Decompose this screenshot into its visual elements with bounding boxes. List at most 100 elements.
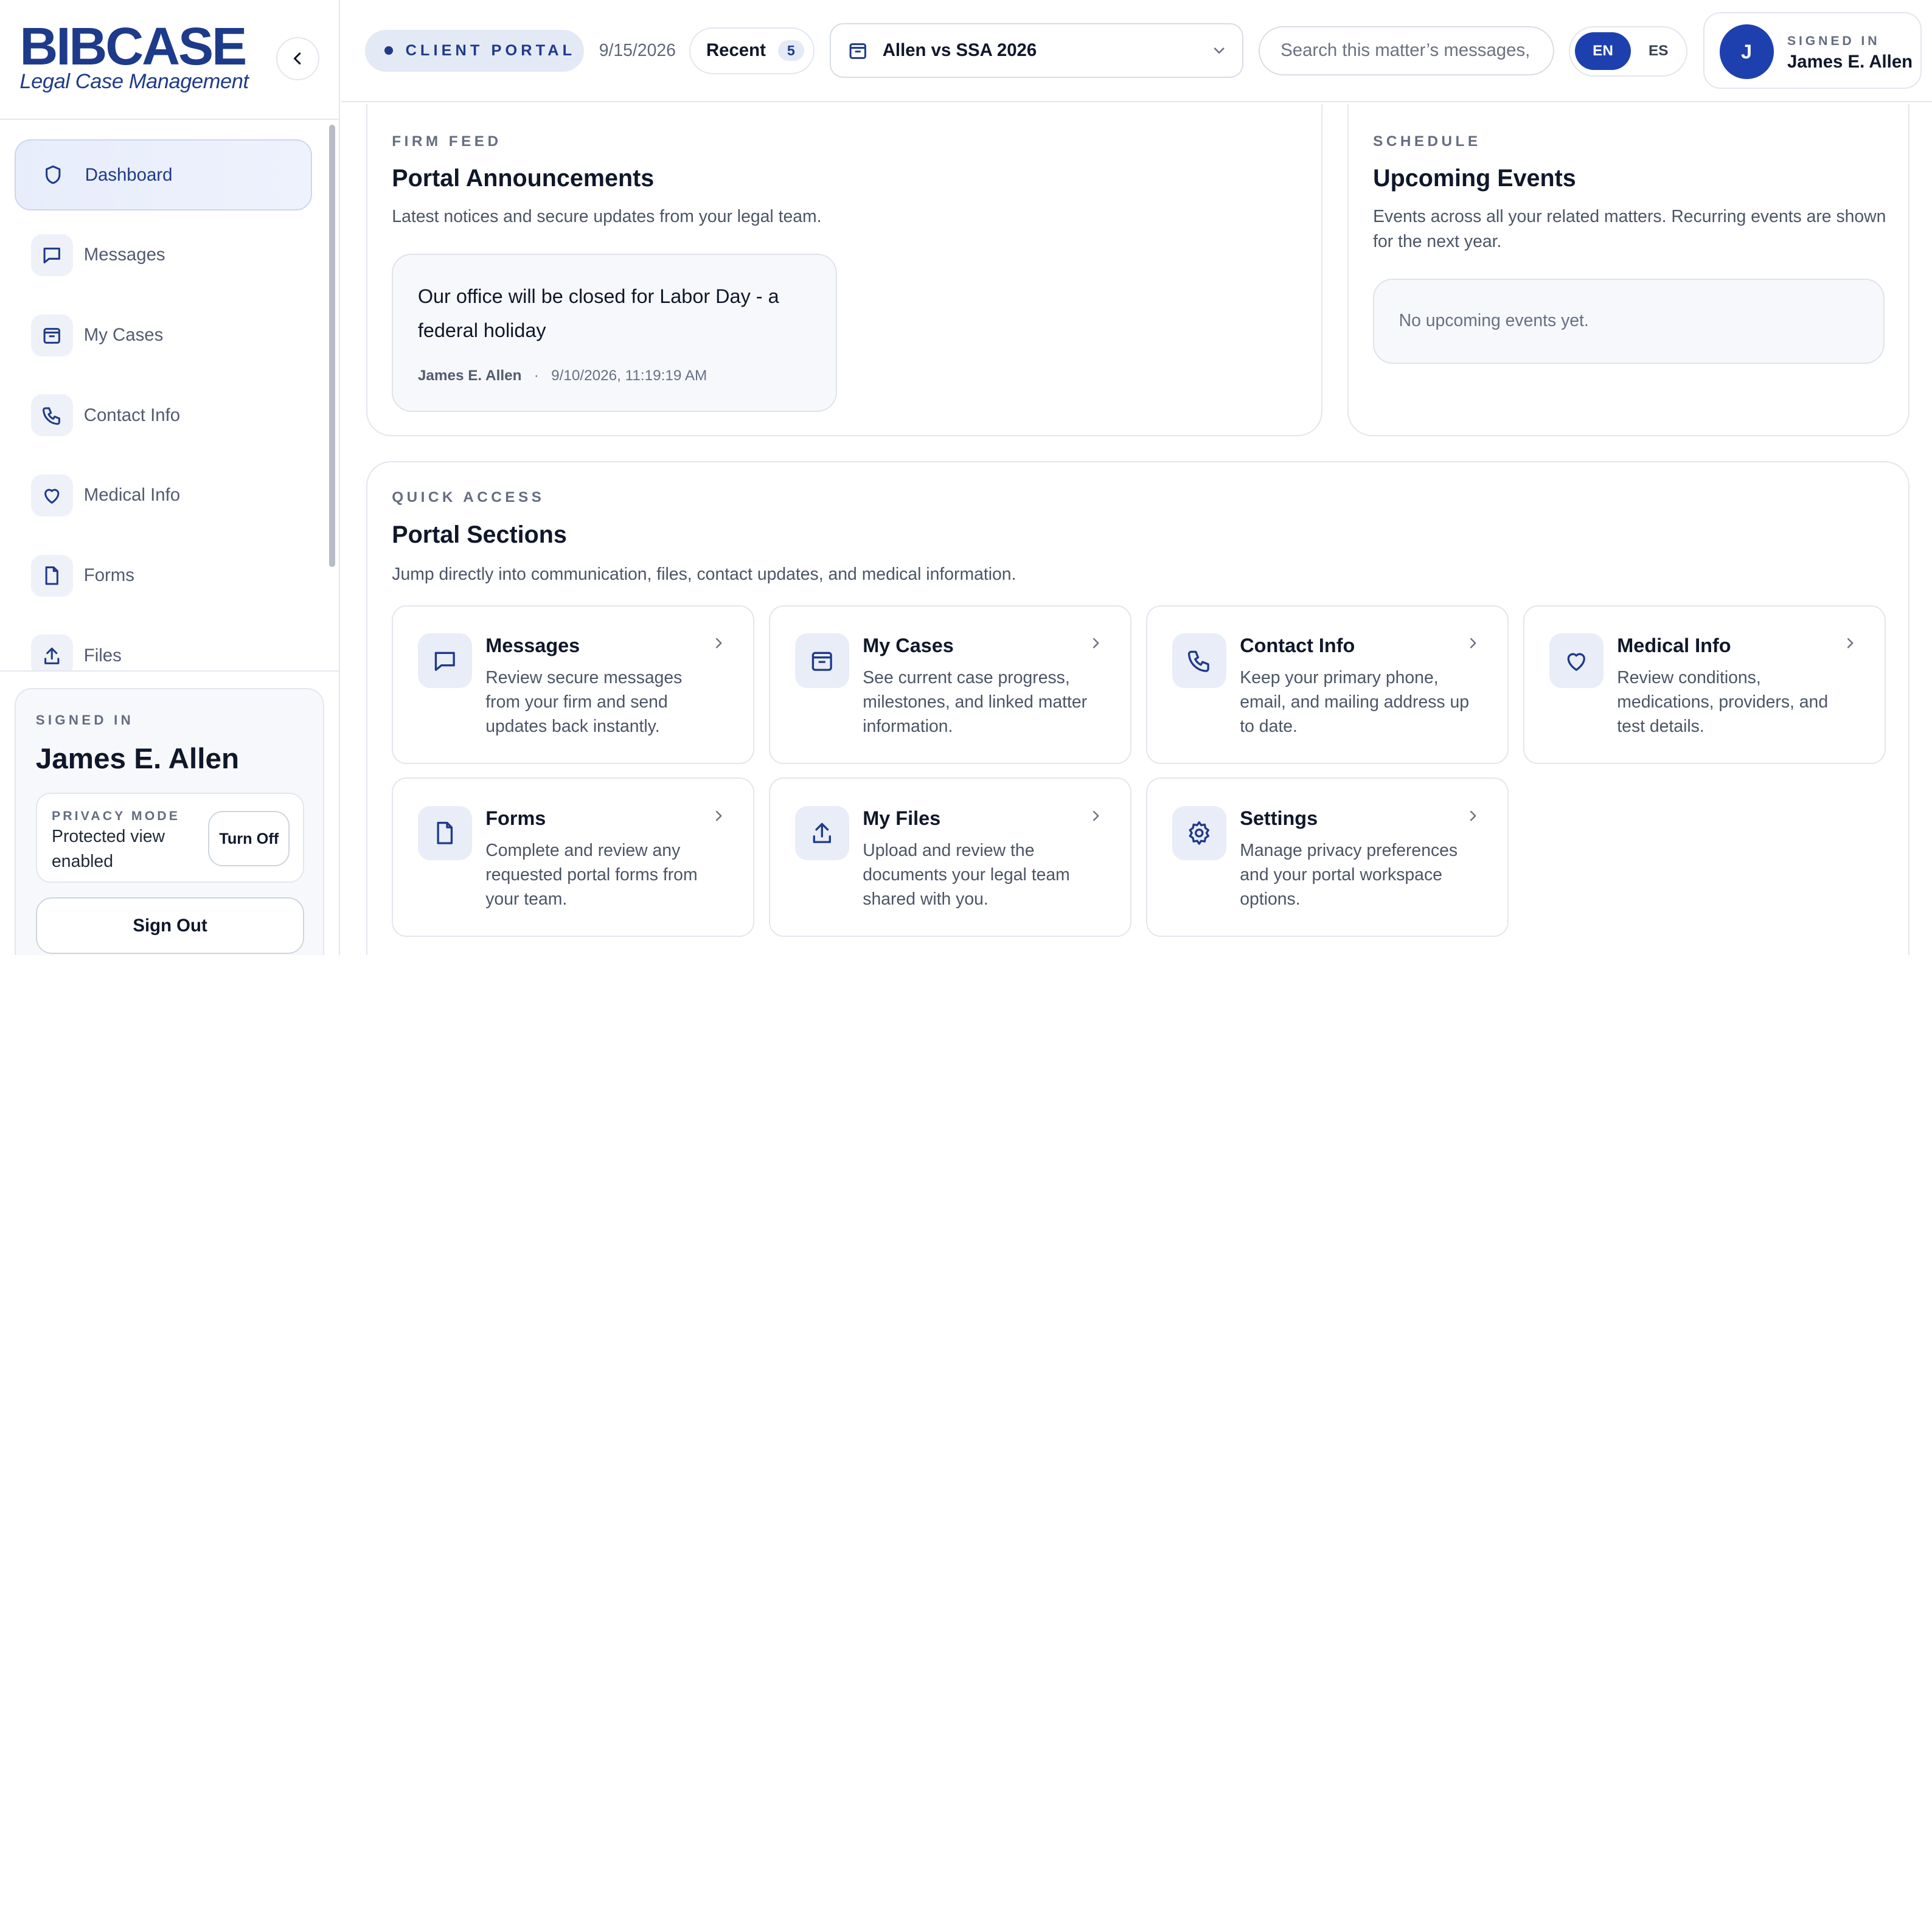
recent-button[interactable]: Recent 5 <box>689 27 815 74</box>
chevron-right-icon <box>1470 810 1476 821</box>
sidebar-item-my-cases[interactable]: My Cases <box>15 299 311 371</box>
sidebar-item-medical-info[interactable]: Medical Info <box>15 460 311 532</box>
privacy-status: Protected view enabled <box>52 827 165 871</box>
chevron-right-icon <box>1093 810 1099 821</box>
user-signed-in-label: SIGNED IN <box>1787 33 1880 48</box>
announcement-timestamp: 9/10/2026, 11:19:19 AM <box>551 367 707 384</box>
tile-description: See current case progress, milestones, a… <box>863 668 1088 737</box>
sidebar-item-messages[interactable]: Messages <box>15 220 311 291</box>
section-tile-messages[interactable]: Messages Review secure messages from you… <box>392 605 754 765</box>
tile-title: Settings <box>1240 807 1318 830</box>
firm-feed-title: Portal Announcements <box>392 165 655 192</box>
phone-icon <box>1172 633 1226 688</box>
tile-title: Messages <box>485 635 580 657</box>
language-es-button[interactable]: ES <box>1631 32 1686 71</box>
sidebar-scrollbar[interactable] <box>328 124 336 568</box>
chevron-right-icon <box>716 810 722 821</box>
sidebar-item-dashboard[interactable]: Dashboard <box>15 139 312 211</box>
chevron-right-icon <box>1470 638 1476 649</box>
case-icon <box>849 43 866 59</box>
tile-title: Medical Info <box>1617 635 1731 657</box>
brand-logo[interactable]: BIBCASE Legal Case Management <box>19 17 249 94</box>
sidebar-item-label: My Cases <box>83 325 164 346</box>
tile-title: My Files <box>863 807 941 830</box>
chevron-down-icon <box>1214 47 1225 54</box>
logo-tagline: Legal Case Management <box>19 70 249 94</box>
tile-description: Upload and review the documents your leg… <box>863 840 1070 909</box>
account-name: James E. Allen <box>35 742 240 775</box>
chevron-right-icon <box>1093 638 1099 649</box>
empty-events-message: No upcoming events yet. <box>1373 278 1885 364</box>
sidebar-divider <box>0 118 339 120</box>
shield-icon <box>32 154 74 196</box>
upload-icon <box>794 806 849 861</box>
chevron-left-icon <box>294 52 301 65</box>
tile-title: My Cases <box>863 635 954 657</box>
logo-word: BIBCASE <box>19 17 247 77</box>
quick-access-title: Portal Sections <box>392 521 567 549</box>
top-bar: CLIENT PORTAL 9/15/2026 Recent 5 Allen v… <box>341 0 1932 103</box>
language-en-button[interactable]: EN <box>1575 32 1631 71</box>
recent-label: Recent <box>706 40 766 61</box>
document-icon <box>30 554 73 597</box>
sidebar-item-contact-info[interactable]: Contact Info <box>15 380 311 451</box>
sidebar: BIBCASE Legal Case Management Dashboard … <box>0 0 341 956</box>
schedule-description: Events across all your related matters. … <box>1373 207 1886 251</box>
tile-description: Manage privacy preferences and your port… <box>1240 840 1458 909</box>
sidebar-item-forms[interactable]: Forms <box>15 540 311 611</box>
chevron-right-icon <box>716 638 722 649</box>
section-tile-contact-info[interactable]: Contact Info Keep your primary phone, em… <box>1146 605 1509 765</box>
matter-select-value: Allen vs SSA 2026 <box>882 40 1037 61</box>
tile-description: Complete and review any requested portal… <box>485 840 698 909</box>
sign-out-button[interactable]: Sign Out <box>35 897 305 955</box>
heart-icon <box>30 475 73 516</box>
tile-description: Keep your primary phone, email, and mail… <box>1240 668 1470 737</box>
language-toggle: EN ES <box>1569 26 1687 77</box>
collapse-sidebar-button[interactable] <box>276 37 319 80</box>
current-date: 9/15/2026 <box>599 40 676 60</box>
chevron-right-icon <box>1847 638 1854 649</box>
avatar: J <box>1719 24 1774 79</box>
sidebar-footer: SIGNED IN James E. Allen PRIVACY MODE Pr… <box>0 670 339 956</box>
meta-separator: · <box>526 367 547 384</box>
phone-icon <box>30 394 73 437</box>
announcement-author: James E. Allen <box>417 367 522 384</box>
sidebar-item-label: Files <box>83 645 122 666</box>
gear-icon <box>1172 806 1226 861</box>
announcement-meta: James E. Allen · 9/10/2026, 11:19:19 AM <box>418 367 707 384</box>
tile-title: Forms <box>485 807 546 830</box>
client-portal-label: CLIENT PORTAL <box>405 41 576 59</box>
section-tile-forms[interactable]: Forms Complete and review any requested … <box>392 777 754 937</box>
sidebar-item-label: Dashboard <box>85 164 173 185</box>
section-tile-my-cases[interactable]: My Cases See current case progress, mile… <box>769 605 1131 765</box>
quick-access-eyebrow: QUICK ACCESS <box>392 489 545 506</box>
firm-feed-eyebrow: FIRM FEED <box>392 133 502 150</box>
user-menu[interactable]: J SIGNED IN James E. Allen <box>1703 12 1922 89</box>
user-name: James E. Allen <box>1787 52 1913 72</box>
quick-access-description: Jump directly into communication, files,… <box>392 564 1016 584</box>
matter-select[interactable]: Allen vs SSA 2026 <box>829 23 1244 78</box>
section-tile-medical-info[interactable]: Medical Info Review conditions, medicati… <box>1523 605 1886 765</box>
case-icon <box>794 633 849 688</box>
sidebar-item-label: Medical Info <box>83 485 181 506</box>
sidebar-item-label: Contact Info <box>83 405 181 425</box>
message-icon <box>30 234 73 276</box>
firm-feed-description: Latest notices and secure updates from y… <box>392 207 822 227</box>
turn-off-privacy-button[interactable]: Turn Off <box>208 811 290 867</box>
announcement-card[interactable]: Our office will be closed for Labor Day … <box>392 254 837 412</box>
tile-title: Contact Info <box>1240 635 1355 657</box>
quick-access-card: QUICK ACCESS Portal Sections Jump direct… <box>366 461 1909 956</box>
sidebar-nav: Dashboard Messages My Cases Contact Info… <box>15 139 312 700</box>
heart-icon <box>1549 633 1604 688</box>
announcement-text: Our office will be closed for Labor Day … <box>417 285 779 341</box>
case-icon <box>30 314 73 356</box>
status-dot-icon <box>384 46 394 55</box>
section-tile-my-files[interactable]: My Files Upload and review the documents… <box>769 777 1131 937</box>
sidebar-item-label: Forms <box>83 565 134 586</box>
search-input[interactable] <box>1258 26 1555 75</box>
sidebar-item-label: Messages <box>83 245 165 265</box>
message-icon <box>417 633 472 688</box>
recent-count-badge: 5 <box>778 40 804 61</box>
section-tile-settings[interactable]: Settings Manage privacy preferences and … <box>1146 777 1509 937</box>
document-icon <box>417 806 472 861</box>
